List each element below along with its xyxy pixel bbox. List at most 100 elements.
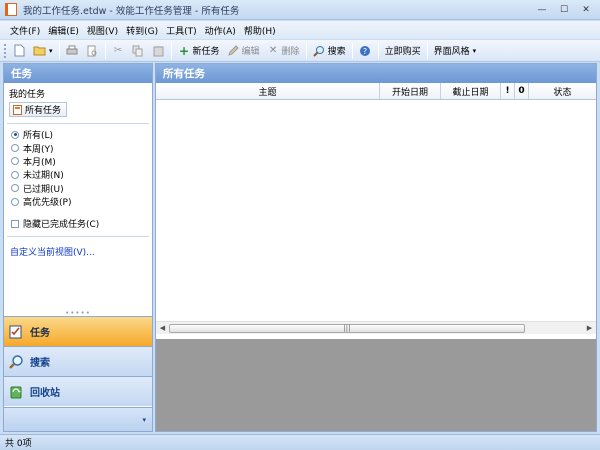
cut-button[interactable]: ✂ <box>109 42 128 60</box>
nav-recycle-button[interactable]: 回收站 <box>4 376 152 406</box>
task-checklist-icon <box>8 324 24 340</box>
new-task-button[interactable]: + 新任务 <box>175 42 223 60</box>
menu-tools[interactable]: 工具(T) <box>162 24 201 37</box>
search-label: 搜索 <box>327 47 346 57</box>
customize-view-link[interactable]: 自定义当前视图(V)... <box>10 245 152 258</box>
paste-icon <box>152 44 165 57</box>
filter-label: 本周(Y) <box>23 144 54 155</box>
menu-actions[interactable]: 动作(A) <box>201 24 240 37</box>
toolbar-separator <box>426 42 428 59</box>
skin-label: 界面风格 <box>433 47 470 57</box>
divider <box>7 123 149 124</box>
filter-expired[interactable]: 已过期(U) <box>11 182 152 195</box>
copy-button[interactable] <box>129 42 148 60</box>
radio-button[interactable] <box>11 130 19 139</box>
radio-button[interactable] <box>11 184 19 193</box>
buy-now-button[interactable]: 立即购买 <box>382 42 424 60</box>
folder-open-icon <box>33 44 46 57</box>
app-icon <box>5 3 17 16</box>
filter-not-expired[interactable]: 未过期(N) <box>11 168 152 181</box>
scroll-left-icon[interactable]: ◀ <box>156 322 169 335</box>
my-tasks-title: 我的任务 <box>9 90 46 100</box>
menu-edit[interactable]: 编辑(E) <box>44 24 83 37</box>
column-header-priority[interactable]: ! <box>501 83 515 99</box>
print-preview-button[interactable] <box>83 42 102 60</box>
task-grid-header: 主题 开始日期 截止日期 ! 0 状态 <box>156 83 596 100</box>
minimize-icon[interactable]: — <box>532 3 552 16</box>
menu-help[interactable]: 帮助(H) <box>240 24 280 37</box>
filter-this-month[interactable]: 本月(M) <box>11 155 152 168</box>
nav-search-button[interactable]: 搜索 <box>4 346 152 376</box>
scrollbar-thumb[interactable]: ||| <box>169 323 525 333</box>
column-header-due-date[interactable]: 截止日期 <box>441 83 501 99</box>
skin-dropdown[interactable]: 界面风格 ▾ <box>431 42 480 60</box>
right-panel-header: 所有任务 <box>156 64 596 83</box>
maximize-icon[interactable]: ☐ <box>554 3 574 16</box>
menu-goto[interactable]: 转到(G) <box>122 24 162 37</box>
filter-this-week[interactable]: 本周(Y) <box>11 141 152 155</box>
print-icon <box>66 44 79 57</box>
horizontal-scrollbar[interactable]: ◀ ||| ▶ <box>156 321 596 334</box>
radio-button[interactable] <box>11 144 19 153</box>
chevron-down-icon[interactable]: ▾ <box>142 416 146 424</box>
magnifier-icon <box>8 354 24 370</box>
item-count: 共 0项 <box>5 439 32 449</box>
column-header-attachment[interactable]: 0 <box>515 83 529 99</box>
edit-button[interactable]: 编辑 <box>224 42 263 60</box>
svg-text:?: ? <box>363 47 367 56</box>
new-document-button[interactable] <box>10 42 29 60</box>
scroll-right-icon[interactable]: ▶ <box>583 322 596 335</box>
radio-button[interactable] <box>11 157 19 166</box>
toolbar-separator <box>377 42 379 59</box>
new-task-label: 新任务 <box>192 47 220 57</box>
menu-bar: 文件(F) 编辑(E) 视图(V) 转到(G) 工具(T) 动作(A) 帮助(H… <box>0 21 600 39</box>
nav-tasks-label: 任务 <box>30 328 50 339</box>
chevron-down-icon[interactable]: ▾ <box>49 47 53 55</box>
status-bar: 共 0项 <box>0 434 600 450</box>
delete-x-icon: ✕ <box>268 44 278 56</box>
task-grid-body[interactable] <box>156 100 596 320</box>
menu-file[interactable]: 文件(F) <box>6 24 44 37</box>
print-button[interactable] <box>63 42 82 60</box>
help-button[interactable]: ? <box>356 42 375 60</box>
column-header-start-date[interactable]: 开始日期 <box>380 83 441 99</box>
scissors-icon: ✂ <box>113 44 123 56</box>
toolbar-grip[interactable] <box>4 43 7 58</box>
nav-recycle-label: 回收站 <box>30 388 60 399</box>
copy-icon <box>132 44 145 57</box>
open-folder-button[interactable]: ▾ <box>30 42 56 60</box>
menu-view[interactable]: 视图(V) <box>83 24 122 37</box>
hide-completed-toggle[interactable]: 隐藏已完成任务(C) <box>11 217 152 230</box>
hide-completed-label: 隐藏已完成任务(C) <box>23 220 100 231</box>
toolbar: ▾ ✂ + 新任务 编辑 ✕ 删除 搜索 ? 立即购买 界面风格 ▾ <box>0 40 600 62</box>
nav-tasks-button[interactable]: 任务 <box>4 316 152 346</box>
radio-button[interactable] <box>11 170 19 179</box>
close-icon[interactable]: ✕ <box>576 3 596 16</box>
column-header-status[interactable]: 状态 <box>529 83 596 99</box>
radio-button[interactable] <box>11 197 19 206</box>
toolbar-separator <box>351 42 353 59</box>
toolbar-separator <box>305 42 307 59</box>
search-button[interactable]: 搜索 <box>310 42 349 60</box>
delete-label: 删除 <box>281 47 300 57</box>
chevron-down-icon: ▾ <box>472 46 477 55</box>
column-header-subject[interactable]: 主题 <box>156 83 380 99</box>
scrollbar-track[interactable]: ||| <box>169 323 583 334</box>
all-tasks-button[interactable]: 所有任务 <box>9 102 67 117</box>
edit-label: 编辑 <box>241 47 260 57</box>
checkbox[interactable] <box>11 219 19 228</box>
window-controls: — ☐ ✕ <box>532 3 596 16</box>
filter-label: 本月(M) <box>23 157 56 168</box>
filter-all[interactable]: 所有(L) <box>11 128 152 141</box>
preview-pane <box>156 339 596 431</box>
window-title: 我的工作任务.etdw - 效能工作任务管理 - 所有任务 <box>23 5 240 17</box>
filter-radio-group: 所有(L) 本周(Y) 本月(M) 未过期(N) 已过期(U) 高优先级(P) <box>11 128 152 208</box>
task-list-icon <box>13 104 22 115</box>
print-preview-icon <box>86 44 99 57</box>
paste-button[interactable] <box>149 42 168 60</box>
search-icon <box>313 44 326 57</box>
plus-icon: + <box>178 43 190 58</box>
filter-label: 高优先级(P) <box>23 198 72 209</box>
filter-high-priority[interactable]: 高优先级(P) <box>11 195 152 208</box>
delete-button[interactable]: ✕ 删除 <box>264 42 303 60</box>
